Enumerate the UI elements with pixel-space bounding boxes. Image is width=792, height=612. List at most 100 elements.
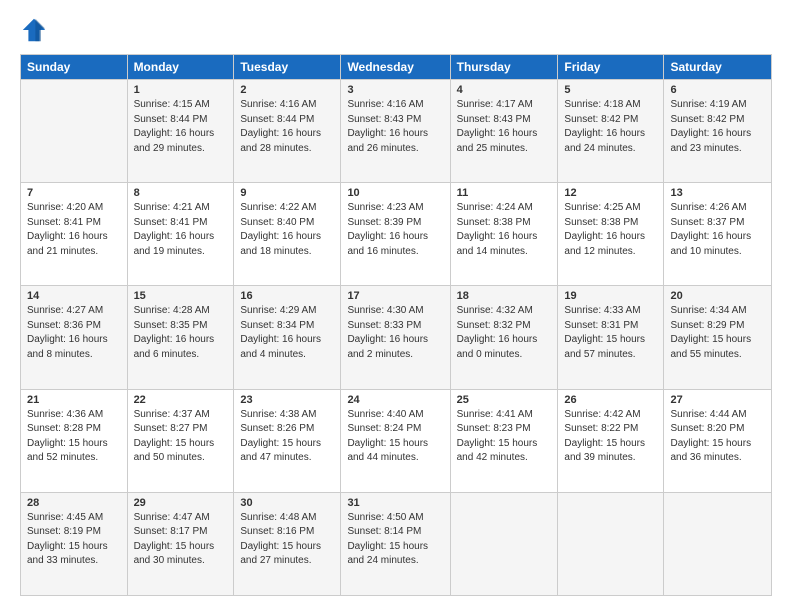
calendar-table: SundayMondayTuesdayWednesdayThursdayFrid… — [20, 54, 772, 596]
week-row-3: 14 Sunrise: 4:27 AM Sunset: 8:36 PM Dayli… — [21, 286, 772, 389]
day-cell: 10 Sunrise: 4:23 AM Sunset: 8:39 PM Dayli… — [341, 183, 450, 286]
header-cell-tuesday: Tuesday — [234, 55, 341, 80]
day-info: Sunrise: 4:50 AM Sunset: 8:14 PM Dayligh… — [347, 511, 443, 569]
day-number: 19 — [564, 290, 657, 302]
day-cell: 16 Sunrise: 4:29 AM Sunset: 8:34 PM Dayli… — [234, 286, 341, 389]
day-info: Sunrise: 4:22 AM Sunset: 8:40 PM Dayligh… — [240, 201, 334, 259]
day-number: 28 — [27, 497, 121, 509]
day-cell: 29Sunrise: 4:47 AM Sunset: 8:17 PM Dayli… — [127, 492, 234, 595]
day-info: Sunrise: 4:16 AM Sunset: 8:43 PM Dayligh… — [347, 98, 443, 156]
day-info: Sunrise: 4:42 AM Sunset: 8:22 PM Dayligh… — [564, 408, 657, 466]
day-cell: 11 Sunrise: 4:24 AM Sunset: 8:38 PM Dayli… — [450, 183, 558, 286]
logo-icon — [20, 16, 48, 44]
day-cell: 9 Sunrise: 4:22 AM Sunset: 8:40 PM Daylig… — [234, 183, 341, 286]
day-cell: 14 Sunrise: 4:27 AM Sunset: 8:36 PM Dayli… — [21, 286, 128, 389]
day-cell: 15Sunrise: 4:28 AM Sunset: 8:35 PM Dayli… — [127, 286, 234, 389]
week-row-1: 1 Sunrise: 4:15 AM Sunset: 8:44 PM Daylig… — [21, 80, 772, 183]
day-cell: 18 Sunrise: 4:32 AM Sunset: 8:32 PM Dayli… — [450, 286, 558, 389]
day-info: Sunrise: 4:30 AM Sunset: 8:33 PM Dayligh… — [347, 304, 443, 362]
day-info: Sunrise: 4:44 AM Sunset: 8:20 PM Dayligh… — [670, 408, 765, 466]
day-info: Sunrise: 4:36 AM Sunset: 8:28 PM Dayligh… — [27, 408, 121, 466]
day-info: Sunrise: 4:45 AM Sunset: 8:19 PM Dayligh… — [27, 511, 121, 569]
day-cell: 24Sunrise: 4:40 AM Sunset: 8:24 PM Dayli… — [341, 389, 450, 492]
day-info: Sunrise: 4:37 AM Sunset: 8:27 PM Dayligh… — [134, 408, 228, 466]
day-cell: 4 Sunrise: 4:17 AM Sunset: 8:43 PM Daylig… — [450, 80, 558, 183]
day-info: Sunrise: 4:19 AM Sunset: 8:42 PM Dayligh… — [670, 98, 765, 156]
day-number: 29 — [134, 497, 228, 509]
day-cell: 23 Sunrise: 4:38 AM Sunset: 8:26 PM Dayli… — [234, 389, 341, 492]
day-cell: 5 Sunrise: 4:18 AM Sunset: 8:42 PM Daylig… — [558, 80, 664, 183]
day-number: 26 — [564, 394, 657, 406]
day-cell: 25 Sunrise: 4:41 AM Sunset: 8:23 PM Dayli… — [450, 389, 558, 492]
day-number: 27 — [670, 394, 765, 406]
day-info: Sunrise: 4:38 AM Sunset: 8:26 PM Dayligh… — [240, 408, 334, 466]
day-cell: 27 Sunrise: 4:44 AM Sunset: 8:20 PM Dayli… — [664, 389, 772, 492]
day-cell — [21, 80, 128, 183]
day-info: Sunrise: 4:28 AM Sunset: 8:35 PM Dayligh… — [134, 304, 228, 362]
calendar-header: SundayMondayTuesdayWednesdayThursdayFrid… — [21, 55, 772, 80]
day-info: Sunrise: 4:29 AM Sunset: 8:34 PM Dayligh… — [240, 304, 334, 362]
day-info: Sunrise: 4:25 AM Sunset: 8:38 PM Dayligh… — [564, 201, 657, 259]
day-number: 17 — [347, 290, 443, 302]
header-cell-monday: Monday — [127, 55, 234, 80]
day-info: Sunrise: 4:15 AM Sunset: 8:44 PM Dayligh… — [134, 98, 228, 156]
week-row-2: 7 Sunrise: 4:20 AM Sunset: 8:41 PM Daylig… — [21, 183, 772, 286]
day-cell: 13 Sunrise: 4:26 AM Sunset: 8:37 PM Dayli… — [664, 183, 772, 286]
day-number: 6 — [670, 84, 765, 96]
day-number: 16 — [240, 290, 334, 302]
header-cell-friday: Friday — [558, 55, 664, 80]
day-info: Sunrise: 4:17 AM Sunset: 8:43 PM Dayligh… — [457, 98, 552, 156]
header-cell-thursday: Thursday — [450, 55, 558, 80]
day-cell: 1 Sunrise: 4:15 AM Sunset: 8:44 PM Daylig… — [127, 80, 234, 183]
day-number: 21 — [27, 394, 121, 406]
header-cell-wednesday: Wednesday — [341, 55, 450, 80]
day-info: Sunrise: 4:41 AM Sunset: 8:23 PM Dayligh… — [457, 408, 552, 466]
week-row-5: 28 Sunrise: 4:45 AM Sunset: 8:19 PM Dayli… — [21, 492, 772, 595]
day-cell: 20 Sunrise: 4:34 AM Sunset: 8:29 PM Dayli… — [664, 286, 772, 389]
day-number: 30 — [240, 497, 334, 509]
day-number: 5 — [564, 84, 657, 96]
day-cell: 12Sunrise: 4:25 AM Sunset: 8:38 PM Dayli… — [558, 183, 664, 286]
day-number: 20 — [670, 290, 765, 302]
day-cell — [664, 492, 772, 595]
day-number: 11 — [457, 187, 552, 199]
day-number: 22 — [134, 394, 228, 406]
day-number: 23 — [240, 394, 334, 406]
day-cell: 31 Sunrise: 4:50 AM Sunset: 8:14 PM Dayli… — [341, 492, 450, 595]
day-info: Sunrise: 4:20 AM Sunset: 8:41 PM Dayligh… — [27, 201, 121, 259]
day-info: Sunrise: 4:32 AM Sunset: 8:32 PM Dayligh… — [457, 304, 552, 362]
day-number: 10 — [347, 187, 443, 199]
day-cell: 22 Sunrise: 4:37 AM Sunset: 8:27 PM Dayli… — [127, 389, 234, 492]
day-number: 24 — [347, 394, 443, 406]
day-cell: 28 Sunrise: 4:45 AM Sunset: 8:19 PM Dayli… — [21, 492, 128, 595]
day-number: 25 — [457, 394, 552, 406]
header-row: SundayMondayTuesdayWednesdayThursdayFrid… — [21, 55, 772, 80]
header-cell-saturday: Saturday — [664, 55, 772, 80]
day-info: Sunrise: 4:34 AM Sunset: 8:29 PM Dayligh… — [670, 304, 765, 362]
day-number: 4 — [457, 84, 552, 96]
day-cell — [450, 492, 558, 595]
day-number: 7 — [27, 187, 121, 199]
day-number: 1 — [134, 84, 228, 96]
day-cell: 2Sunrise: 4:16 AM Sunset: 8:44 PM Daylig… — [234, 80, 341, 183]
day-cell: 7 Sunrise: 4:20 AM Sunset: 8:41 PM Daylig… — [21, 183, 128, 286]
day-number: 3 — [347, 84, 443, 96]
day-cell: 30Sunrise: 4:48 AM Sunset: 8:16 PM Dayli… — [234, 492, 341, 595]
day-info: Sunrise: 4:24 AM Sunset: 8:38 PM Dayligh… — [457, 201, 552, 259]
day-number: 14 — [27, 290, 121, 302]
day-number: 18 — [457, 290, 552, 302]
day-number: 13 — [670, 187, 765, 199]
day-cell: 8Sunrise: 4:21 AM Sunset: 8:41 PM Daylig… — [127, 183, 234, 286]
day-info: Sunrise: 4:23 AM Sunset: 8:39 PM Dayligh… — [347, 201, 443, 259]
day-info: Sunrise: 4:33 AM Sunset: 8:31 PM Dayligh… — [564, 304, 657, 362]
day-info: Sunrise: 4:18 AM Sunset: 8:42 PM Dayligh… — [564, 98, 657, 156]
day-info: Sunrise: 4:26 AM Sunset: 8:37 PM Dayligh… — [670, 201, 765, 259]
day-number: 2 — [240, 84, 334, 96]
logo — [20, 16, 52, 44]
day-info: Sunrise: 4:27 AM Sunset: 8:36 PM Dayligh… — [27, 304, 121, 362]
week-row-4: 21 Sunrise: 4:36 AM Sunset: 8:28 PM Dayli… — [21, 389, 772, 492]
header-cell-sunday: Sunday — [21, 55, 128, 80]
day-cell: 17 Sunrise: 4:30 AM Sunset: 8:33 PM Dayli… — [341, 286, 450, 389]
day-number: 31 — [347, 497, 443, 509]
day-number: 9 — [240, 187, 334, 199]
